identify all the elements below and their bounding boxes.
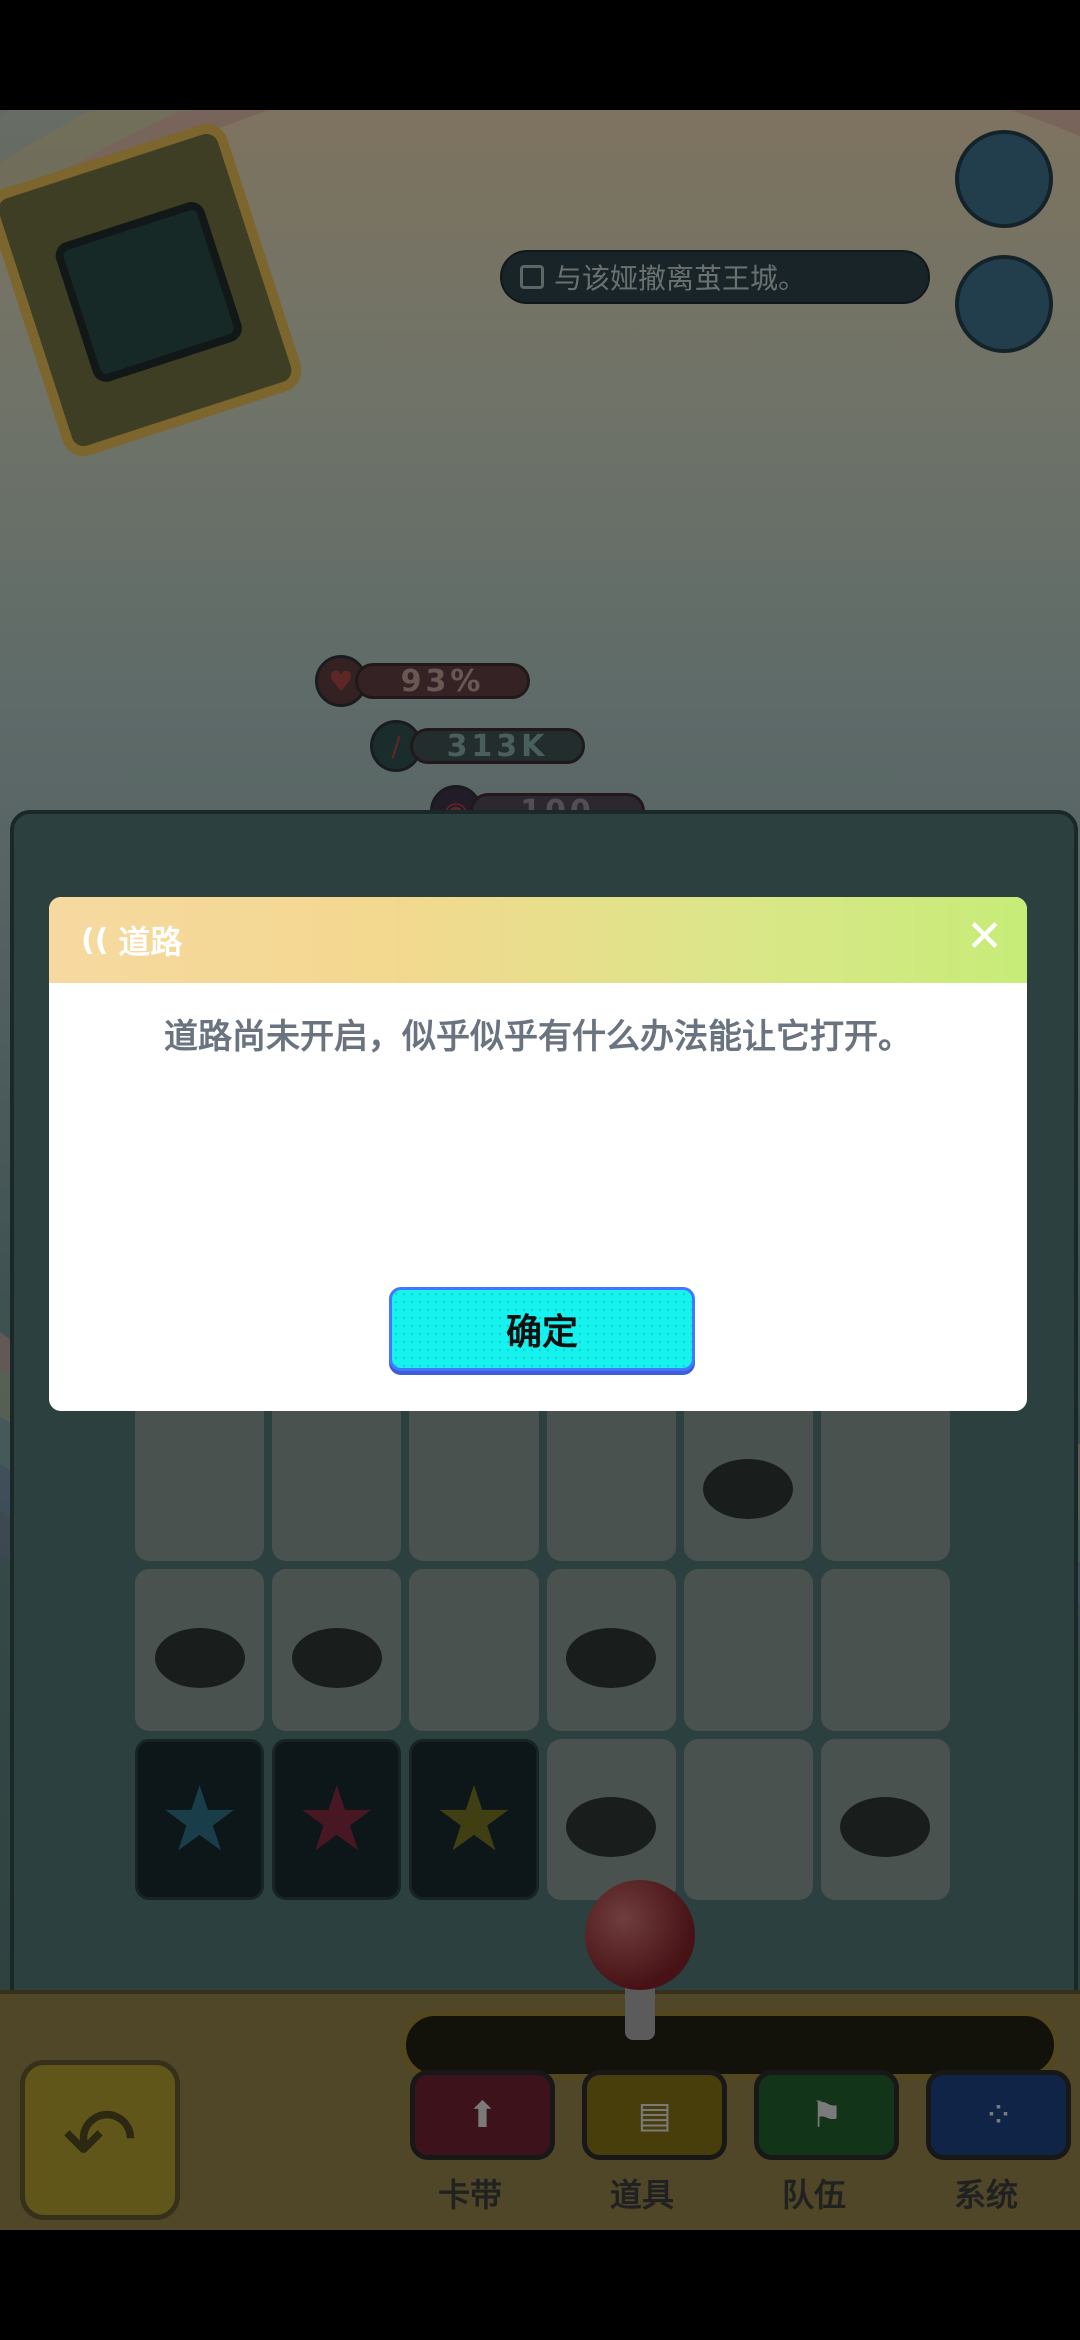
confirm-button[interactable]: 确定 xyxy=(389,1287,695,1371)
road-dialog: (( 道路 ✕ 道路尚未开启，似乎似乎有什么办法能让它打开。 确定 xyxy=(49,897,1027,1411)
dialog-message: 道路尚未开启，似乎似乎有什么办法能让它打开。 xyxy=(164,1017,912,1057)
road-icon: (( xyxy=(81,922,109,958)
close-icon[interactable]: ✕ xyxy=(966,915,1003,959)
dialog-header: (( 道路 ✕ xyxy=(49,897,1027,983)
dialog-title: 道路 xyxy=(118,923,183,961)
